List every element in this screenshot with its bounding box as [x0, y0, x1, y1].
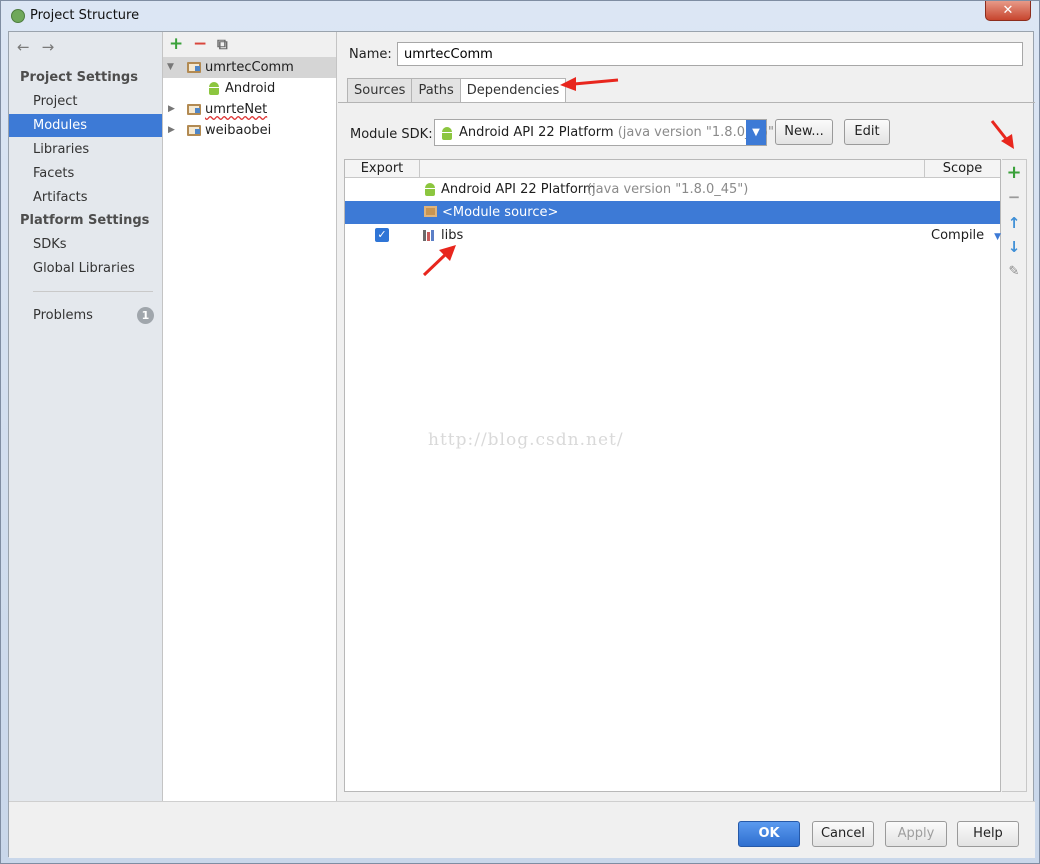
edit-sdk-button[interactable]: Edit: [844, 119, 890, 145]
forward-arrow-icon[interactable]: →: [42, 38, 55, 56]
tree-item-umrteccomm[interactable]: ▼ umrtecComm: [163, 57, 336, 78]
back-arrow-icon[interactable]: ←: [17, 38, 30, 56]
library-icon: [423, 230, 435, 241]
remove-module-icon[interactable]: −: [193, 34, 207, 54]
tab-dependencies[interactable]: Dependencies: [459, 78, 567, 103]
module-folder-icon: [187, 62, 201, 73]
dependencies-table-header: Export Scope: [345, 160, 1000, 178]
module-settings-panel: Name: Sources Paths Dependencies Module …: [338, 32, 1035, 801]
move-up-icon[interactable]: ↑: [1006, 215, 1022, 231]
module-tree-toolbar: + − ⧉: [163, 32, 336, 57]
navigation-arrows: ← →: [17, 38, 54, 56]
chevron-down-icon: ▼: [994, 232, 1002, 242]
export-checkbox[interactable]: ✓: [375, 228, 389, 242]
dependencies-table: Export Scope Android API 22 Platform (ja…: [344, 159, 1001, 792]
tree-item-label: umrteNet: [205, 102, 268, 117]
title-bar: Project Structure ✕: [1, 1, 1039, 31]
module-tabs: Sources Paths Dependencies: [347, 78, 567, 103]
module-tree-panel: + − ⧉ ▼ umrtecComm Android ▶ umrteNet ▶: [163, 32, 337, 801]
tab-sources[interactable]: Sources: [347, 78, 412, 103]
column-header-scope[interactable]: Scope: [924, 160, 1000, 177]
scope-dropdown[interactable]: Compile ▼: [931, 224, 1001, 249]
dependency-row-module-source[interactable]: <Module source>: [345, 201, 1000, 224]
remove-dependency-icon[interactable]: −: [1006, 189, 1022, 205]
add-module-icon[interactable]: +: [169, 34, 183, 54]
nav-item-libraries[interactable]: Libraries: [9, 138, 162, 161]
edit-dependency-icon[interactable]: ✎: [1006, 264, 1022, 280]
platform-settings-heading: Platform Settings: [20, 213, 150, 228]
android-studio-app-icon: [11, 9, 25, 23]
nav-item-global-libraries[interactable]: Global Libraries: [9, 257, 162, 280]
nav-item-modules[interactable]: Modules: [9, 114, 162, 137]
dependency-name: <Module source>: [442, 205, 559, 220]
window-title: Project Structure: [30, 8, 140, 23]
dependency-name: Android API 22 Platform: [441, 182, 596, 197]
nav-item-artifacts[interactable]: Artifacts: [9, 186, 162, 209]
expanded-triangle-icon[interactable]: ▼: [167, 57, 174, 78]
module-name-input[interactable]: [397, 42, 1023, 66]
problems-count-badge: 1: [137, 307, 154, 324]
module-source-folder-icon: [424, 206, 437, 217]
dialog-footer: OK Cancel Apply Help: [9, 801, 1035, 858]
cancel-button[interactable]: Cancel: [812, 821, 874, 847]
tree-item-weibaobei[interactable]: ▶ weibaobei: [163, 120, 336, 141]
dependency-detail: (java version "1.8.0_45"): [587, 182, 749, 197]
nav-separator: [33, 291, 153, 292]
nav-item-project[interactable]: Project: [9, 90, 162, 113]
add-dependency-icon[interactable]: +: [1006, 164, 1022, 182]
scope-value: Compile: [931, 228, 985, 243]
dependency-name: libs: [441, 228, 464, 243]
sdk-name: Android API 22 Platform: [459, 125, 614, 140]
module-sdk-dropdown[interactable]: Android API 22 Platform (java version "1…: [434, 119, 779, 146]
tree-item-label: Android: [225, 81, 276, 96]
settings-navigation: ← → Project Settings Project Modules Lib…: [9, 32, 163, 801]
module-sdk-label: Module SDK:: [350, 127, 433, 142]
android-icon: [424, 183, 436, 196]
dependency-row-libs[interactable]: ✓ libs Compile ▼: [345, 224, 1001, 249]
project-settings-heading: Project Settings: [20, 70, 138, 85]
dependency-toolbar: + − ↑ ↓ ✎: [1002, 159, 1027, 792]
nav-item-facets[interactable]: Facets: [9, 162, 162, 185]
dependency-row-sdk[interactable]: Android API 22 Platform (java version "1…: [345, 178, 1000, 201]
android-icon: [441, 127, 453, 140]
sdk-selected-value: Android API 22 Platform (java version "1…: [459, 125, 779, 140]
apply-button[interactable]: Apply: [885, 821, 947, 847]
help-button[interactable]: Help: [957, 821, 1019, 847]
android-icon: [208, 82, 220, 95]
tab-divider: [338, 102, 1035, 103]
module-folder-icon: [187, 125, 201, 136]
tab-paths[interactable]: Paths: [411, 78, 460, 103]
collapsed-triangle-icon[interactable]: ▶: [168, 120, 175, 141]
tree-item-label: umrtecComm: [205, 60, 294, 75]
column-header-export[interactable]: Export: [345, 160, 420, 177]
project-structure-window: Project Structure ✕ ← → Project Settings…: [0, 0, 1040, 864]
dialog-client-area: ← → Project Settings Project Modules Lib…: [8, 31, 1035, 858]
tree-item-umrtenet[interactable]: ▶ umrteNet: [163, 99, 336, 120]
watermark-text: http://blog.csdn.net/: [428, 430, 624, 450]
tree-item-android[interactable]: Android: [163, 78, 336, 99]
dropdown-arrow-icon[interactable]: ▼: [746, 120, 766, 145]
copy-module-icon[interactable]: ⧉: [217, 35, 228, 53]
close-window-button[interactable]: ✕: [985, 1, 1031, 21]
name-label: Name:: [349, 47, 392, 62]
tree-item-label: weibaobei: [205, 123, 272, 138]
collapsed-triangle-icon[interactable]: ▶: [168, 99, 175, 120]
new-sdk-button[interactable]: New...: [775, 119, 833, 145]
nav-item-sdks[interactable]: SDKs: [9, 233, 162, 256]
problems-label: Problems: [33, 308, 93, 323]
nav-item-problems[interactable]: Problems 1: [9, 304, 162, 327]
module-folder-icon: [187, 104, 201, 115]
ok-button[interactable]: OK: [738, 821, 800, 847]
close-icon: ✕: [1002, 3, 1014, 18]
move-down-icon[interactable]: ↓: [1006, 239, 1022, 255]
